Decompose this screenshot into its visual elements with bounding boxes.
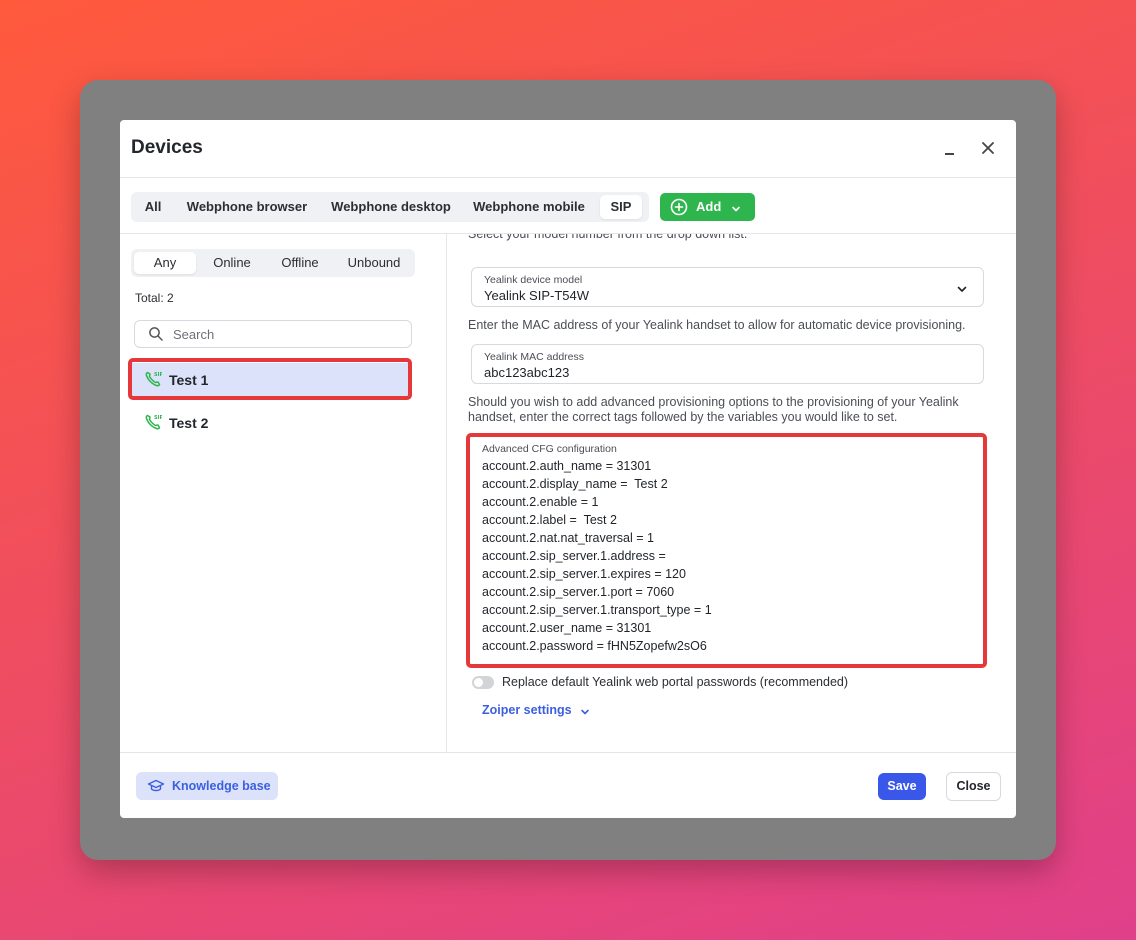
- advanced-cfg-content: account.2.auth_name = 31301 account.2.di…: [482, 457, 712, 655]
- tab-webphone-mobile[interactable]: Webphone mobile: [465, 195, 593, 219]
- dialog-header: Devices: [120, 120, 1016, 178]
- mac-address-field[interactable]: Yealink MAC address abc123abc123: [471, 344, 984, 384]
- dialog-footer: Knowledge base Save Close: [120, 752, 1016, 818]
- zoiper-settings-link[interactable]: Zoiper settings: [482, 703, 590, 717]
- sip-phone-icon: SIP: [144, 413, 163, 431]
- filter-any[interactable]: Any: [134, 252, 196, 274]
- knowledge-base-label: Knowledge base: [172, 779, 271, 793]
- chevron-down-icon: [580, 706, 590, 716]
- device-item-test-1[interactable]: SIP Test 1: [131, 363, 409, 397]
- device-name: Test 1: [169, 372, 209, 388]
- devices-dialog: Devices All Webphone browser Webphone de…: [120, 120, 1016, 818]
- svg-text:SIP: SIP: [154, 372, 162, 378]
- cfg-line: account.2.password = fHN5Zopefw2sO6: [482, 639, 707, 653]
- cfg-line: account.2.sip_server.1.transport_type = …: [482, 603, 712, 617]
- replace-passwords-label: Replace default Yealink web portal passw…: [502, 675, 849, 689]
- model-select-label: Yealink device model: [484, 274, 583, 286]
- cfg-line: account.2.sip_server.1.expires = 120: [482, 567, 686, 581]
- tab-webphone-desktop[interactable]: Webphone desktop: [321, 195, 461, 219]
- mac-note: Enter the MAC address of your Yealink ha…: [468, 318, 966, 332]
- tab-webphone-browser[interactable]: Webphone browser: [177, 195, 317, 219]
- cfg-line: account.2.sip_server.1.port = 7060: [482, 585, 675, 599]
- add-button[interactable]: Add: [660, 193, 755, 221]
- filter-unbound[interactable]: Unbound: [337, 252, 411, 274]
- close-icon[interactable]: [978, 138, 998, 158]
- sip-phone-icon: SIP: [144, 370, 163, 388]
- device-type-tabs: All Webphone browser Webphone desktop We…: [131, 192, 649, 222]
- replace-passwords-toggle[interactable]: [472, 676, 494, 689]
- device-list-panel: Any Online Offline Unbound Total: 2 SIP …: [120, 233, 447, 752]
- add-button-label: Add: [696, 199, 722, 214]
- chevron-down-icon: [956, 282, 968, 294]
- svg-text:SIP: SIP: [154, 415, 162, 421]
- total-count: Total: 2: [135, 291, 174, 305]
- close-button[interactable]: Close: [946, 772, 1001, 801]
- advanced-cfg-label: Advanced CFG configuration: [482, 443, 617, 455]
- search-icon: [148, 326, 164, 342]
- dialog-title: Devices: [131, 137, 203, 158]
- advanced-note-line-2: handset, enter the correct tags followed…: [468, 410, 898, 424]
- model-note: Select your model number from the drop d…: [468, 233, 748, 241]
- mac-address-value: abc123abc123: [484, 365, 570, 380]
- advanced-cfg-textarea[interactable]: Advanced CFG configuration account.2.aut…: [466, 433, 987, 668]
- device-settings-panel: Select your model number from the drop d…: [447, 233, 1016, 752]
- plus-circle-icon: [670, 198, 688, 216]
- cfg-line: account.2.auth_name = 31301: [482, 459, 652, 473]
- minimize-icon[interactable]: [942, 138, 958, 158]
- cfg-line: account.2.nat.nat_traversal = 1: [482, 531, 654, 545]
- tab-all[interactable]: All: [135, 195, 171, 219]
- model-select-value: Yealink SIP-T54W: [484, 288, 590, 303]
- chevron-down-icon: [731, 202, 741, 212]
- tab-sip[interactable]: SIP: [600, 195, 642, 219]
- search-box: [134, 320, 412, 348]
- filter-offline[interactable]: Offline: [268, 252, 332, 274]
- cfg-line: account.2.enable = 1: [482, 495, 599, 509]
- cfg-line: account.2.sip_server.1.address =: [482, 549, 670, 563]
- device-name: Test 2: [169, 415, 209, 431]
- model-select[interactable]: Yealink device model Yealink SIP-T54W: [471, 267, 984, 307]
- graduation-cap-icon: [147, 778, 165, 794]
- advanced-note-line-1: Should you wish to add advanced provisio…: [468, 395, 959, 409]
- zoiper-settings-label: Zoiper settings: [482, 703, 572, 717]
- device-item-test-2[interactable]: SIP Test 2: [131, 406, 409, 440]
- filter-online[interactable]: Online: [201, 252, 263, 274]
- cfg-line: account.2.user_name = 31301: [482, 621, 652, 635]
- mac-address-label: Yealink MAC address: [484, 351, 584, 363]
- search-input[interactable]: [173, 325, 403, 343]
- status-filter-tabs: Any Online Offline Unbound: [131, 249, 415, 277]
- save-button[interactable]: Save: [878, 773, 926, 800]
- knowledge-base-button[interactable]: Knowledge base: [136, 772, 278, 800]
- cfg-line: account.2.label = Test 2: [482, 513, 617, 527]
- cfg-line: account.2.display_name = Test 2: [482, 477, 668, 491]
